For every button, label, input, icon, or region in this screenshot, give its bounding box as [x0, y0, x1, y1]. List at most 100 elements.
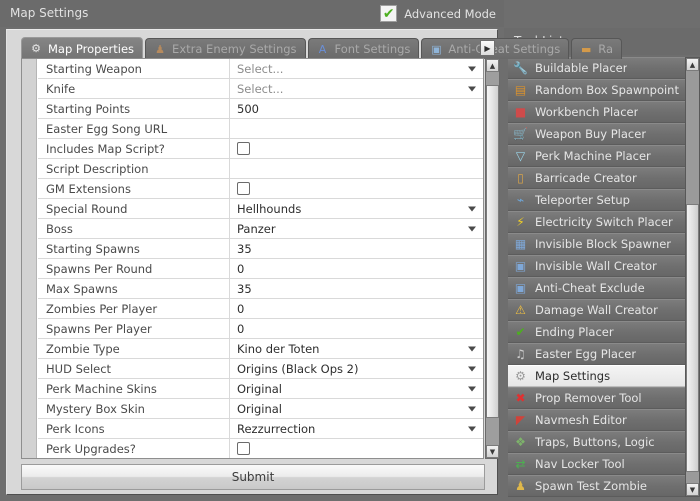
tool-list-scrollbar[interactable]: ▲ ▼	[685, 57, 700, 497]
setting-checkbox[interactable]	[230, 439, 483, 458]
setting-input[interactable]: 0	[230, 259, 483, 278]
setting-select[interactable]: Origins (Black Ops 2)	[230, 359, 483, 378]
setting-input[interactable]: 0	[230, 299, 483, 318]
setting-input[interactable]: 35	[230, 239, 483, 258]
tool-item-ending-placer[interactable]: ✔ Ending Placer	[508, 321, 685, 343]
tab-scroll-right-button[interactable]: ▶	[480, 40, 495, 56]
tool-item-damage-wall-creator[interactable]: ⚠ Damage Wall Creator	[508, 299, 685, 321]
setting-label: Perk Upgrades?	[38, 439, 230, 458]
settings-row: Starting Spawns 35	[38, 239, 483, 259]
tool-item-invisible-block-spawner[interactable]: ▦ Invisible Block Spawner	[508, 233, 685, 255]
setting-input[interactable]: 35	[230, 279, 483, 298]
setting-label: Mystery Box Skin	[38, 399, 230, 418]
tool-item-buildable-placer[interactable]: 🔧 Buildable Placer	[508, 57, 685, 79]
submit-button[interactable]: Submit	[21, 464, 485, 490]
chevron-down-icon[interactable]	[468, 406, 476, 411]
chevron-down-icon[interactable]	[468, 206, 476, 211]
setting-label: Special Round	[38, 199, 230, 218]
tool-item-traps-buttons-logic[interactable]: ❖ Traps, Buttons, Logic	[508, 431, 685, 453]
settings-row: GM Extensions	[38, 179, 483, 199]
setting-select[interactable]: Panzer	[230, 219, 483, 238]
settings-grid-scrollbar[interactable]: ▲ ▼	[485, 58, 500, 459]
tab-map-properties[interactable]: ⚙ Map Properties	[21, 37, 144, 59]
tool-item-invisible-wall-creator[interactable]: ▣ Invisible Wall Creator	[508, 255, 685, 277]
chevron-down-icon[interactable]	[468, 426, 476, 431]
chevron-down-icon[interactable]	[468, 386, 476, 391]
setting-checkbox[interactable]	[230, 139, 483, 158]
tool-scroll-down-button[interactable]: ▼	[686, 483, 699, 496]
tool-scroll-up-button[interactable]: ▲	[686, 58, 699, 71]
tool-item-weapon-buy-placer[interactable]: 🛒 Weapon Buy Placer	[508, 123, 685, 145]
chevron-down-icon[interactable]	[468, 86, 476, 91]
tool-item-label: Damage Wall Creator	[535, 303, 658, 317]
checkbox-box[interactable]	[237, 182, 250, 195]
checkbox-box[interactable]	[237, 142, 250, 155]
app-root: ✕ Tool List 🔧Buildable Placer▤Random Box…	[0, 0, 700, 501]
tool-item-perk-machine-placer[interactable]: ▽ Perk Machine Placer	[508, 145, 685, 167]
tool-item-label: Barricade Creator	[535, 171, 637, 185]
anti-cheat-icon: ▣	[514, 281, 527, 295]
settings-row: Starting Weapon Select...	[38, 59, 483, 79]
setting-value: Original	[237, 401, 283, 416]
setting-value: 0	[237, 261, 245, 276]
setting-input[interactable]: 0	[230, 319, 483, 338]
settings-row: Starting Points 500	[38, 99, 483, 119]
tool-scroll-thumb[interactable]	[686, 204, 699, 472]
tool-item-barricade-creator[interactable]: ▯ Barricade Creator	[508, 167, 685, 189]
setting-select[interactable]: Original	[230, 399, 483, 418]
settings-row: Mystery Box Skin Original	[38, 399, 483, 419]
tool-item-map-settings[interactable]: ⚙ Map Settings	[508, 365, 685, 387]
setting-value: 35	[237, 241, 252, 256]
zombie-icon: ♟	[515, 479, 526, 493]
grid-rows: Starting Weapon Select... Knife Select... St…	[38, 59, 483, 458]
advanced-mode-checkbox[interactable]: ✔	[380, 5, 398, 22]
grid-scroll-up-button[interactable]: ▲	[486, 59, 499, 72]
tool-item-spawn-test-zombie[interactable]: ♟ Spawn Test Zombie	[508, 475, 685, 497]
tool-item-anti-cheat-exclude[interactable]: ▣ Anti-Cheat Exclude	[508, 277, 685, 299]
tab-ra[interactable]: ▬ Ra	[571, 38, 622, 59]
advanced-mode-toggle[interactable]: ✔ Advanced Mode	[380, 4, 496, 23]
cart-icon: 🛒	[513, 127, 528, 141]
font-icon: A	[318, 42, 327, 56]
setting-input[interactable]: 500	[230, 99, 483, 118]
tab-label: Map Properties	[48, 41, 135, 56]
tool-item-electricity-switch-placer[interactable]: ⚡ Electricity Switch Placer	[508, 211, 685, 233]
setting-select[interactable]: Kino der Toten	[230, 339, 483, 358]
chevron-down-icon[interactable]	[468, 346, 476, 351]
setting-label: Includes Map Script?	[38, 139, 230, 158]
setting-select[interactable]: Rezzurrection	[230, 419, 483, 438]
settings-row: Boss Panzer	[38, 219, 483, 239]
checkbox-box[interactable]	[237, 442, 250, 455]
tab-extra-enemy-settings[interactable]: ♟ Extra Enemy Settings	[145, 38, 306, 59]
music-note-icon: ♫	[515, 347, 526, 361]
chevron-down-icon[interactable]	[468, 226, 476, 231]
setting-select[interactable]: Select...	[230, 79, 483, 98]
cocktail-icon: ▽	[515, 149, 526, 163]
setting-value: Kino der Toten	[237, 341, 320, 356]
setting-value: Original	[237, 381, 283, 396]
tool-item-workbench-placer[interactable]: ■ Workbench Placer	[508, 101, 685, 123]
block-icon: ▦	[514, 237, 527, 251]
tab-font-settings[interactable]: A Font Settings	[307, 38, 420, 59]
gamepad-icon: ❖	[515, 435, 526, 449]
tab-anti-cheat-settings[interactable]: ▣ Anti-Cheat Settings	[421, 38, 570, 59]
grid-scroll-thumb[interactable]	[486, 85, 499, 418]
setting-select[interactable]: Select...	[230, 59, 483, 78]
setting-select[interactable]: Original	[230, 379, 483, 398]
tool-item-navmesh-editor[interactable]: ◤ Navmesh Editor	[508, 409, 685, 431]
chevron-down-icon[interactable]	[468, 66, 476, 71]
tool-item-random-box-spawnpoint[interactable]: ▤ Random Box Spawnpoint	[508, 79, 685, 101]
setting-input[interactable]	[230, 159, 483, 178]
grid-scroll-down-button[interactable]: ▼	[486, 445, 499, 458]
tool-item-prop-remover-tool[interactable]: ✖ Prop Remover Tool	[508, 387, 685, 409]
tool-item-easter-egg-placer[interactable]: ♫ Easter Egg Placer	[508, 343, 685, 365]
tool-item-label: Anti-Cheat Exclude	[535, 281, 645, 295]
tool-item-teleporter-setup[interactable]: ⌁ Teleporter Setup	[508, 189, 685, 211]
tool-item-nav-locker-tool[interactable]: ⇄ Nav Locker Tool	[508, 453, 685, 475]
setting-input[interactable]	[230, 119, 483, 138]
chevron-down-icon[interactable]	[468, 366, 476, 371]
setting-checkbox[interactable]	[230, 179, 483, 198]
tool-list[interactable]: 🔧 Buildable Placer ▤ Random Box Spawnpoint ■…	[508, 57, 685, 497]
setting-select[interactable]: Hellhounds	[230, 199, 483, 218]
tool-item-label: Easter Egg Placer	[535, 347, 637, 361]
